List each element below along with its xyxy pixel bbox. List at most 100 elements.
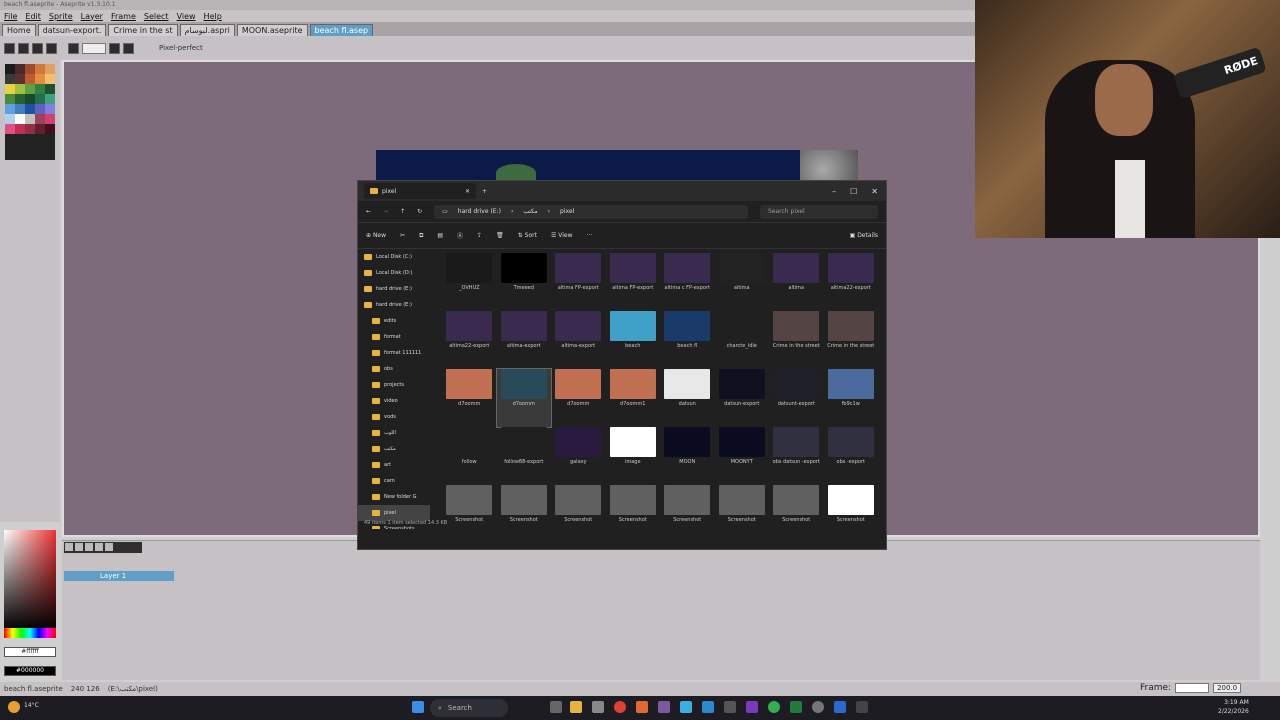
menu-item[interactable]: Frame [111,12,136,21]
palette-swatch[interactable] [15,74,25,84]
obs-icon[interactable] [812,701,824,713]
nav-item[interactable]: obs [358,361,430,377]
file-item[interactable]: obs -export [824,427,879,485]
nav-item[interactable]: edits [358,313,430,329]
up-icon[interactable]: ↑ [400,208,405,215]
sort-button[interactable]: ⇅ Sort [518,232,537,239]
tool-button[interactable] [18,42,29,54]
palette-swatch[interactable] [35,84,45,94]
palette-swatch[interactable] [35,94,45,104]
telegram-icon[interactable] [680,701,692,713]
back-icon[interactable]: ← [366,208,371,215]
file-item[interactable]: Tmeeed [497,253,552,311]
nav-item[interactable]: hard drive (E:) [358,281,430,297]
color-picker[interactable] [4,530,56,630]
palette-swatch[interactable] [45,124,55,134]
file-item[interactable]: galaxy [551,427,606,485]
file-item[interactable]: charcte_idle [715,311,770,369]
forward-icon[interactable]: → [383,208,388,215]
palette-swatch[interactable] [35,74,45,84]
menu-item[interactable]: Help [204,12,222,21]
palette-swatch[interactable] [25,124,35,134]
document-tab[interactable]: beach fl.asep [309,24,374,36]
file-item[interactable]: Screenshot [824,485,879,531]
menu-item[interactable]: View [177,12,196,21]
palette-swatch[interactable] [15,64,25,74]
palette-swatch[interactable] [5,64,15,74]
file-item[interactable]: MOON [660,427,715,485]
chrome-icon[interactable] [614,701,626,713]
excel-icon[interactable] [790,701,802,713]
nav-item[interactable]: format 111111 [358,345,430,361]
details-button[interactable]: ▣ Details [850,232,878,239]
document-tab[interactable]: Home [2,24,36,36]
weather-icon[interactable] [8,701,20,713]
file-item[interactable]: d7oomm [442,369,497,427]
file-item[interactable]: beach [606,311,661,369]
opacity-button[interactable] [123,42,134,54]
whatsapp-icon[interactable] [768,701,780,713]
palette-swatch[interactable] [35,114,45,124]
cut-icon[interactable]: ✂ [400,232,405,239]
file-item[interactable]: follow [442,427,497,485]
more-icon[interactable]: ··· [587,232,593,239]
hue-slider[interactable] [4,628,56,638]
palette-swatch[interactable] [45,94,55,104]
palette-swatch[interactable] [15,104,25,114]
palette-swatch[interactable] [25,114,35,124]
nav-item[interactable]: format [358,329,430,345]
palette-swatch[interactable] [15,84,25,94]
share-icon[interactable]: ⇪ [477,232,482,239]
sprite-canvas[interactable] [376,150,858,182]
file-item[interactable]: d7oomm [551,369,606,427]
start-icon[interactable] [412,701,424,713]
palette-swatch[interactable] [35,124,45,134]
color-palette[interactable] [5,64,55,160]
file-item[interactable]: altima [715,253,770,311]
palette-swatch[interactable] [5,94,15,104]
close-icon[interactable]: ✕ [871,187,878,196]
file-item[interactable]: Screenshot [442,485,497,531]
delete-icon[interactable]: 🗑 [496,232,504,239]
palette-swatch[interactable] [5,114,15,124]
file-item[interactable]: follow88-export [497,427,552,485]
breadcrumb-2[interactable]: مكتب [523,208,537,215]
clock[interactable]: 3:19 AM 2/22/2026 [1218,698,1249,716]
zoom-value[interactable]: 200.0 [1213,683,1242,693]
palette-swatch[interactable] [35,104,45,114]
menu-item[interactable]: File [4,12,17,21]
nav-item[interactable]: projects [358,377,430,393]
nav-item[interactable]: vods [358,409,430,425]
app-icon-2[interactable] [834,701,846,713]
store-icon[interactable] [592,701,604,713]
nav-item[interactable]: video [358,393,430,409]
app-icon-3[interactable] [856,701,868,713]
copy-icon[interactable]: ⧉ [419,232,423,240]
new-tab-icon[interactable]: + [482,188,487,195]
brave-icon[interactable] [636,701,648,713]
document-tab[interactable]: MOON.aseprite [236,24,308,36]
file-item[interactable]: altima [769,253,824,311]
palette-swatch[interactable] [5,74,15,84]
nav-item[interactable]: art [358,457,430,473]
menu-item[interactable]: Sprite [49,12,73,21]
brush-type-button[interactable] [68,42,79,54]
palette-swatch[interactable] [45,74,55,84]
document-tab[interactable]: Crime in the st [108,24,178,36]
palette-swatch[interactable] [25,94,35,104]
edge-icon[interactable] [702,701,714,713]
nav-item[interactable]: Local Disk (C:) [358,249,430,265]
file-item[interactable]: datsun-export [715,369,770,427]
view-button[interactable]: ☰ View [551,232,573,239]
taskbar-search[interactable]: ⌕ Search [430,699,508,717]
task-view-icon[interactable] [550,701,562,713]
palette-swatch[interactable] [45,64,55,74]
brush-size-input[interactable] [82,42,106,54]
file-item[interactable]: Screenshot [715,485,770,531]
file-item[interactable]: altima22-export [824,253,879,311]
tool-button[interactable] [46,42,57,54]
background-color[interactable]: #000000 [4,666,56,676]
maximize-icon[interactable]: ☐ [850,187,857,196]
tool-button[interactable] [4,42,15,54]
nav-item[interactable]: hard drive (E:) [358,297,430,313]
